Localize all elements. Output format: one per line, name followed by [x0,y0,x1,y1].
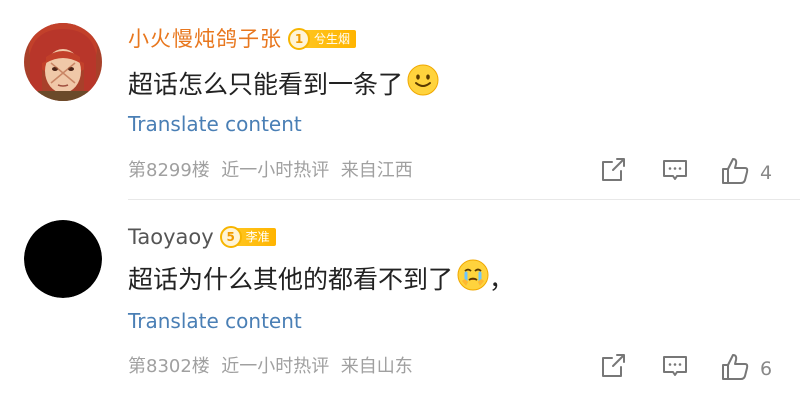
comment-icon [661,156,689,188]
username[interactable]: Taoyaoy [128,222,214,252]
thumbs-up-icon [720,352,750,386]
share-button[interactable] [599,352,627,384]
fan-badge[interactable]: 1 兮生烟 [288,28,357,50]
comment-text: 超话为什么其他的都看不到了 [128,264,454,294]
comment-text-row: 超话怎么只能看到一条了 [128,64,439,105]
comment-item: Taoyaoy 5 李准 超话为什么其他的都看不到了 ， Translate c… [0,200,800,404]
avatar[interactable] [24,220,102,298]
share-icon [599,352,627,384]
comment-meta: 第8299楼 近一小时热评 来自江西 [128,160,413,181]
share-icon [599,156,627,188]
username[interactable]: 小火慢炖鸽子张 [128,24,282,54]
thumbs-up-icon [720,156,750,190]
comment-text-row: 超话为什么其他的都看不到了 ， [128,259,514,300]
crying-emoji-icon [457,259,489,300]
user-info: Taoyaoy 5 李准 [128,222,276,252]
badge-label: 兮生烟 [304,30,357,48]
like-count: 6 [760,358,773,380]
badge-label: 李准 [235,228,276,246]
share-button[interactable] [599,156,627,188]
badge-level: 1 [288,28,310,50]
like-button[interactable]: 4 [720,156,772,190]
like-count: 4 [760,162,773,184]
fan-badge[interactable]: 5 李准 [219,226,276,248]
translate-link[interactable]: Translate content [128,307,302,335]
avatar[interactable] [24,23,102,101]
comment-text: 超话怎么只能看到一条了 [128,69,404,99]
like-button[interactable]: 6 [720,352,772,386]
comment-item: 小火慢炖鸽子张 1 兮生烟 超话怎么只能看到一条了 Translate cont… [0,0,800,200]
user-info: 小火慢炖鸽子张 1 兮生烟 [128,24,357,54]
comment-icon [661,352,689,384]
reply-button[interactable] [661,156,689,188]
reply-button[interactable] [661,352,689,384]
smile-emoji-icon [407,64,439,105]
comment-meta: 第8302楼 近一小时热评 来自山东 [128,356,413,377]
badge-level: 5 [219,226,242,248]
translate-link[interactable]: Translate content [128,110,302,138]
comment-trailing-punct: ， [489,264,515,294]
